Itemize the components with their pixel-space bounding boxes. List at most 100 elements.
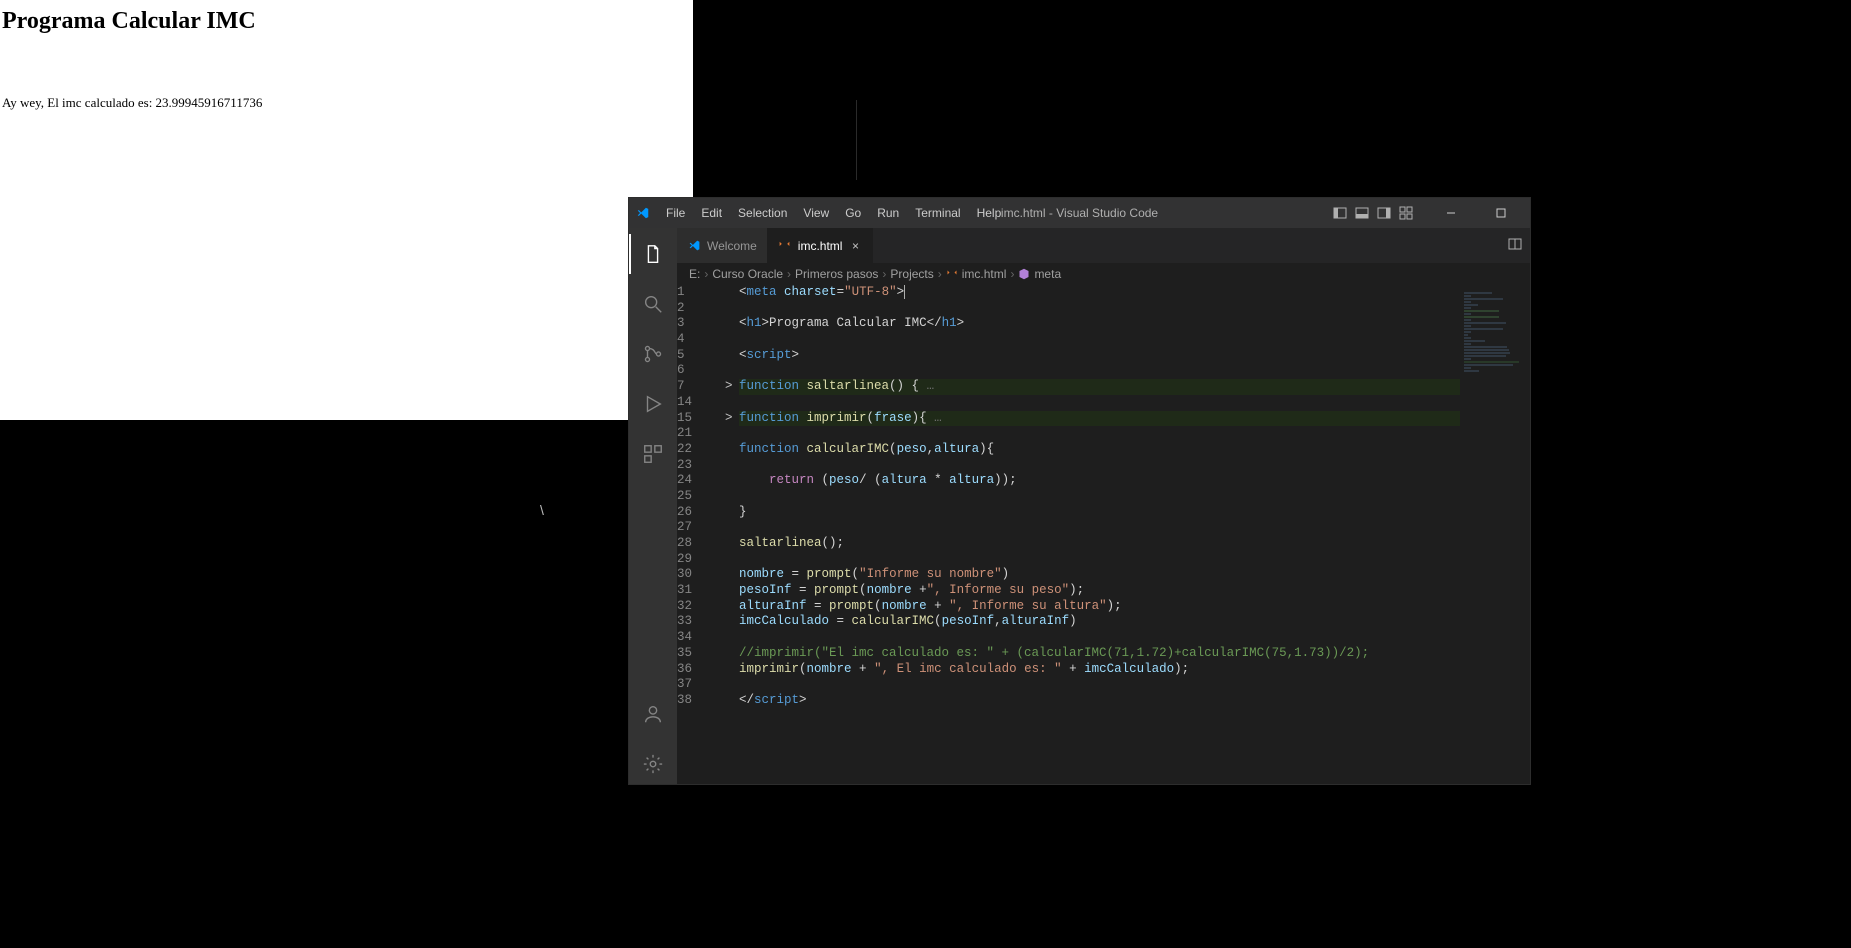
activity-run-debug-icon[interactable]: [629, 384, 677, 424]
code-line[interactable]: saltarlinea();: [739, 536, 1530, 552]
fold-chevron-icon: [725, 348, 739, 364]
fold-chevron-icon: [725, 583, 739, 599]
code-line[interactable]: </script>: [739, 693, 1530, 709]
breadcrumb-symbol[interactable]: meta: [1018, 267, 1061, 281]
fold-chevron-icon: [725, 316, 739, 332]
code-line[interactable]: alturaInf = prompt(nombre + ", Informe s…: [739, 599, 1530, 615]
layout-toggle-sidebar-icon[interactable]: [1332, 205, 1348, 221]
breadcrumb-drive[interactable]: E:: [689, 267, 700, 281]
menu-terminal[interactable]: Terminal: [908, 202, 967, 224]
menu-go[interactable]: Go: [838, 202, 868, 224]
fold-chevron-icon[interactable]: >: [725, 379, 739, 395]
code-line[interactable]: <meta charset="UTF-8">: [739, 285, 1530, 301]
fold-chevron-icon: [725, 442, 739, 458]
code-line[interactable]: function imprimir(frase){ …: [739, 411, 1530, 427]
activity-search-icon[interactable]: [629, 284, 677, 324]
breadcrumb-folder[interactable]: Curso Oracle: [712, 267, 783, 281]
menu-selection[interactable]: Selection: [731, 202, 794, 224]
code-line[interactable]: [739, 458, 1530, 474]
page-heading: Programa Calcular IMC: [2, 8, 691, 35]
fold-chevron-icon: [725, 505, 739, 521]
code-line[interactable]: [739, 520, 1530, 536]
code-line[interactable]: [739, 426, 1530, 442]
code-line[interactable]: [739, 489, 1530, 505]
code-line[interactable]: <h1>Programa Calcular IMC</h1>: [739, 316, 1530, 332]
code-line[interactable]: nombre = prompt("Informe su nombre"): [739, 567, 1530, 583]
breadcrumb-file[interactable]: imc.html: [946, 267, 1007, 281]
code-line[interactable]: <script>: [739, 348, 1530, 364]
page-output-text: Ay wey, El imc calculado es: 23.99945916…: [2, 95, 691, 111]
text-cursor: [904, 285, 905, 299]
code-line[interactable]: function saltarlinea() { …: [739, 379, 1530, 395]
titlebar: File Edit Selection View Go Run Terminal…: [629, 198, 1530, 228]
code-line[interactable]: }: [739, 505, 1530, 521]
menu-view[interactable]: View: [796, 202, 836, 224]
code-line[interactable]: [739, 552, 1530, 568]
activity-extensions-icon[interactable]: [629, 434, 677, 474]
fold-chevron-icon: [725, 646, 739, 662]
browser-output-panel: Programa Calcular IMC Ay wey, El imc cal…: [0, 0, 693, 420]
activity-explorer-icon[interactable]: [629, 234, 677, 274]
fold-chevron-icon: [725, 426, 739, 442]
code-line[interactable]: return (peso/ (altura * altura));: [739, 473, 1530, 489]
fold-chevron-icon: [725, 458, 739, 474]
minimap[interactable]: [1460, 285, 1530, 784]
code-editor[interactable]: 1234567141521222324252627282930313233343…: [677, 285, 1530, 784]
code-line[interactable]: [739, 630, 1530, 646]
fold-chevron-icon: [725, 285, 739, 301]
tab-bar: Welcome imc.html ×: [677, 228, 1530, 263]
code-line[interactable]: [739, 395, 1530, 411]
code-line[interactable]: [739, 677, 1530, 693]
code-line[interactable]: pesoInf = prompt(nombre +", Informe su p…: [739, 583, 1530, 599]
layout-toggle-secondary-icon[interactable]: [1376, 205, 1392, 221]
activity-settings-icon[interactable]: [629, 744, 677, 784]
code-line[interactable]: imprimir(nombre + ", El imc calculado es…: [739, 662, 1530, 678]
code-line[interactable]: [739, 301, 1530, 317]
vscode-icon: [687, 239, 701, 253]
fold-chevron-icon: [725, 614, 739, 630]
fold-chevron-icon: [725, 662, 739, 678]
fold-chevron-icon: [725, 536, 739, 552]
split-editor-icon[interactable]: [1508, 237, 1522, 254]
vscode-logo-icon: [635, 205, 651, 221]
fold-chevron-icon: [725, 677, 739, 693]
fold-chevron-icon: [725, 489, 739, 505]
fold-chevron-icon: [725, 363, 739, 379]
activity-bar: [629, 228, 677, 784]
fold-chevron-icon: [725, 567, 739, 583]
layout-toggle-panel-icon[interactable]: [1354, 205, 1370, 221]
window-controls: [1332, 198, 1524, 228]
symbol-icon: [1018, 268, 1030, 280]
breadcrumb-folder[interactable]: Primeros pasos: [795, 267, 878, 281]
fold-chevron-icon: [725, 599, 739, 615]
tab-welcome[interactable]: Welcome: [677, 228, 768, 263]
window-title: imc.html - Visual Studio Code: [1001, 206, 1158, 220]
code-line[interactable]: //imprimir("El imc calculado es: " + (ca…: [739, 646, 1530, 662]
activity-source-control-icon[interactable]: [629, 334, 677, 374]
html-file-icon: [778, 239, 792, 253]
code-line[interactable]: [739, 363, 1530, 379]
code-line[interactable]: function calcularIMC(peso,altura){: [739, 442, 1530, 458]
editor-column: Welcome imc.html × E:› Curs: [677, 228, 1530, 784]
breadcrumb-folder[interactable]: Projects: [890, 267, 933, 281]
menu-run[interactable]: Run: [870, 202, 906, 224]
fold-chevron-icon: [725, 693, 739, 709]
decorative-slash: \: [540, 502, 544, 518]
activity-accounts-icon[interactable]: [629, 694, 677, 734]
breadcrumbs[interactable]: E:› Curso Oracle› Primeros pasos› Projec…: [677, 263, 1530, 285]
html-file-icon: [946, 268, 958, 280]
code-line[interactable]: [739, 332, 1530, 348]
tab-label: Welcome: [707, 239, 757, 253]
code-line[interactable]: imcCalculado = calcularIMC(pesoInf,altur…: [739, 614, 1530, 630]
fold-chevron-icon: [725, 520, 739, 536]
fold-chevron-icon: [725, 301, 739, 317]
menu-edit[interactable]: Edit: [694, 202, 729, 224]
window-maximize-button[interactable]: [1478, 198, 1524, 228]
tab-imc-html[interactable]: imc.html ×: [768, 228, 874, 263]
tab-close-icon[interactable]: ×: [848, 239, 862, 253]
layout-customize-icon[interactable]: [1398, 205, 1414, 221]
window-minimize-button[interactable]: [1428, 198, 1474, 228]
fold-chevron-icon[interactable]: >: [725, 411, 739, 427]
tab-label: imc.html: [798, 239, 843, 253]
menu-file[interactable]: File: [659, 202, 692, 224]
